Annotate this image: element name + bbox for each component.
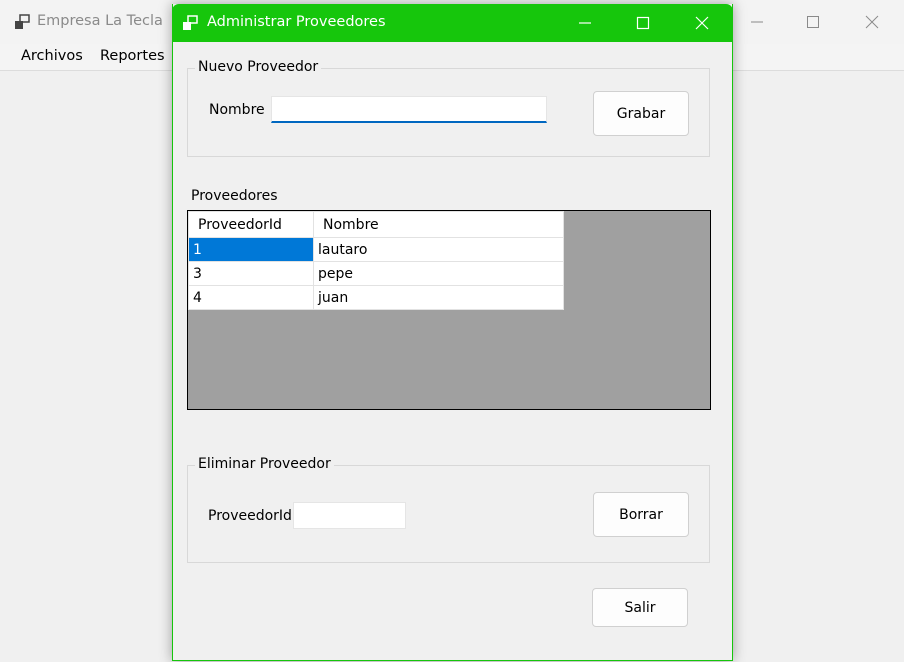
providers-grid[interactable]: ProveedorId Nombre 1 lautaro 3 pepe 4 ju… [187, 210, 711, 410]
cell-id[interactable]: 3 [188, 261, 314, 286]
proveedores-dialog: Administrar Proveedores Nuevo Proveedor … [172, 4, 733, 661]
column-header-name[interactable]: Nombre [313, 211, 564, 238]
minimize-icon [579, 22, 591, 24]
save-button[interactable]: Grabar [593, 91, 689, 136]
parent-maximize-button[interactable] [784, 0, 842, 44]
column-header-id[interactable]: ProveedorId [188, 211, 314, 238]
parent-window-title: Empresa La Tecla [37, 13, 163, 29]
close-icon [695, 16, 709, 30]
providers-label: Proveedores [191, 188, 278, 204]
exit-button[interactable]: Salir [592, 588, 688, 627]
close-icon [865, 15, 879, 29]
app-icon [183, 15, 198, 30]
minimize-icon [751, 21, 763, 23]
menu-reportes[interactable]: Reportes [100, 48, 165, 64]
parent-close-button[interactable] [843, 0, 901, 44]
cell-name[interactable]: lautaro [313, 237, 564, 262]
table-row[interactable]: 3 pepe [188, 261, 564, 286]
cell-name[interactable]: pepe [313, 261, 564, 286]
providers-table: ProveedorId Nombre 1 lautaro 3 pepe 4 ju… [188, 211, 564, 310]
menu-archivos[interactable]: Archivos [21, 48, 83, 64]
delete-provider-group-title: Eliminar Proveedor [195, 456, 334, 472]
app-icon [15, 14, 30, 29]
cell-name[interactable]: juan [313, 285, 564, 310]
maximize-icon [807, 16, 819, 28]
name-input[interactable] [271, 96, 547, 123]
dialog-minimize-button[interactable] [556, 4, 614, 42]
table-header-row: ProveedorId Nombre [188, 211, 564, 238]
delete-button[interactable]: Borrar [593, 492, 689, 537]
maximize-icon [636, 16, 650, 30]
dialog-maximize-button[interactable] [614, 4, 672, 42]
provider-id-label: ProveedorId [208, 508, 292, 524]
name-label: Nombre [209, 102, 265, 118]
dialog-titlebar[interactable]: Administrar Proveedores [172, 4, 733, 42]
cell-id[interactable]: 4 [188, 285, 314, 310]
provider-id-input[interactable] [293, 502, 406, 529]
dialog-close-button[interactable] [673, 4, 731, 42]
parent-minimize-button[interactable] [729, 0, 787, 44]
delete-provider-group: Eliminar Proveedor ProveedorId Borrar [187, 456, 710, 563]
new-provider-group: Nuevo Proveedor Nombre Grabar [187, 59, 710, 157]
cell-id[interactable]: 1 [188, 237, 314, 262]
new-provider-group-title: Nuevo Proveedor [195, 59, 322, 75]
dialog-title: Administrar Proveedores [207, 14, 386, 30]
table-row[interactable]: 4 juan [188, 285, 564, 310]
table-row[interactable]: 1 lautaro [188, 237, 564, 262]
